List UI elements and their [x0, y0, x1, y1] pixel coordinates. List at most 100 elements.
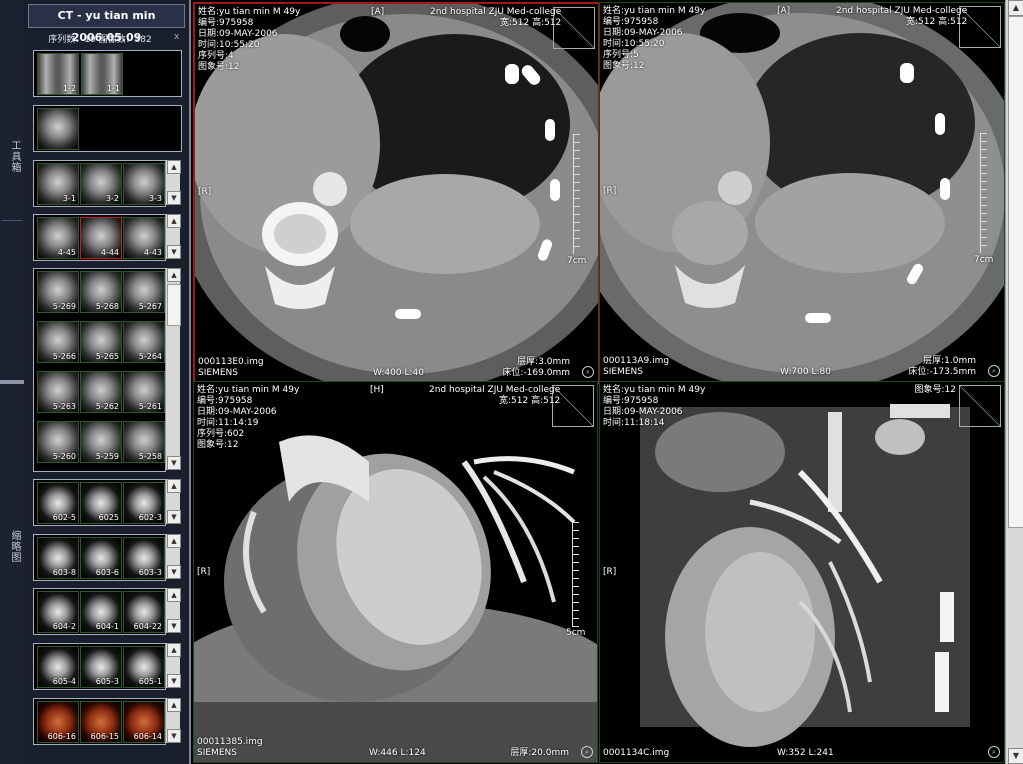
thumbnail-label: 5-266 [52, 352, 76, 361]
series-2[interactable] [33, 105, 182, 152]
thumbnail-label: 605-3 [95, 677, 119, 686]
thumbnail[interactable]: 5-269 [37, 271, 79, 313]
series-4[interactable]: 4-45 4-44 4-43 [33, 214, 166, 261]
series-scrollbar[interactable]: ▲ ▼ [165, 214, 181, 259]
series-1[interactable]: 1-2 1-1 [33, 50, 182, 97]
orientation-left: [R] [197, 567, 211, 577]
scroll-up-icon[interactable]: ▲ [167, 643, 181, 657]
series-9[interactable]: 605-4 605-3 605-1 [33, 643, 166, 690]
scroll-down-icon[interactable]: ▼ [167, 191, 181, 205]
scroll-down-icon[interactable]: ▼ [167, 619, 181, 633]
window-scrollbar[interactable]: ▲ ▼ [1005, 0, 1023, 764]
series-7[interactable]: 603-8 603-6 603-3 [33, 534, 166, 581]
image-number: 图象号:12 [197, 440, 239, 450]
thumbnail[interactable]: 606-14 [123, 701, 165, 743]
institution-overlay: 2nd hospital ZJU Med-college 宽:512 高:512 [430, 7, 561, 29]
scroll-down-icon[interactable]: ▼ [167, 674, 181, 688]
thumbnail-label: 5-269 [52, 302, 76, 311]
thumbnail[interactable]: 5-261 [123, 371, 165, 413]
thumbnail[interactable]: 5-266 [37, 321, 79, 363]
thumbnail[interactable]: 3-3 [123, 163, 165, 205]
thumbnail[interactable]: 5-268 [80, 271, 122, 313]
magnifier-icon[interactable]: ⌕ [988, 365, 1000, 377]
series-3[interactable]: 3-1 3-2 3-3 [33, 160, 166, 207]
series-scrollbar[interactable]: ▲ ▼ [165, 534, 181, 579]
series-scrollbar[interactable]: ▲ ▼ [165, 698, 181, 743]
series-6[interactable]: 602-5 6025 602-3 [33, 479, 166, 526]
image-viewer-4[interactable]: 姓名:yu tian min M 49y 编号:975958 日期:09-MAY… [599, 381, 1005, 763]
scroll-down-icon[interactable]: ▼ [1008, 748, 1023, 764]
thumbnail[interactable]: 5-264 [123, 321, 165, 363]
scroll-up-icon[interactable]: ▲ [167, 588, 181, 602]
image-viewer-2[interactable]: 姓名:yu tian min M 49y 编号:975958 日期:09-MAY… [599, 2, 1005, 382]
thumbnail[interactable]: 605-3 [80, 646, 122, 688]
magnifier-icon[interactable]: ⌕ [582, 366, 594, 378]
patient-id: 编号:975958 [198, 18, 254, 28]
scroll-down-icon[interactable]: ▼ [167, 729, 181, 743]
thumbnail[interactable]: 5-260 [37, 421, 79, 463]
thumbnail[interactable]: 6025 [80, 482, 122, 524]
series-scrollbar[interactable]: ▲ ▼ [165, 160, 181, 205]
study-date: 日期:09-MAY-2006 [603, 28, 683, 38]
tab-thumbnails[interactable]: 缩略图 [2, 530, 22, 620]
scroll-up-icon[interactable]: ▲ [167, 214, 181, 228]
thumbnail[interactable]: 604-2 [37, 591, 79, 633]
thumbnail[interactable]: 606-15 [80, 701, 122, 743]
thumbnail[interactable]: 3-2 [80, 163, 122, 205]
thumbnail[interactable]: 603-6 [80, 537, 122, 579]
thumbnail-label: 5-262 [95, 402, 119, 411]
thumbnail-selected[interactable]: 4-44 [80, 217, 122, 259]
thumbnail[interactable]: 5-265 [80, 321, 122, 363]
thumbnail[interactable]: 4-45 [37, 217, 79, 259]
series-scrollbar[interactable]: ▲ ▼ [165, 643, 181, 688]
thumbnail[interactable]: 5-267 [123, 271, 165, 313]
magnifier-icon[interactable]: ⌕ [581, 746, 593, 758]
scrollbar-thumb[interactable] [167, 284, 181, 326]
scroll-up-icon[interactable]: ▲ [167, 160, 181, 174]
scroll-up-icon[interactable]: ▲ [167, 268, 181, 282]
series-number: 序列号:602 [197, 429, 245, 439]
magnifier-icon[interactable]: ⌕ [988, 746, 1000, 758]
scroll-down-icon[interactable]: ▼ [167, 456, 181, 470]
series-scrollbar[interactable]: ▲ ▼ [165, 268, 181, 470]
thumbnail[interactable]: 603-3 [123, 537, 165, 579]
thumbnail[interactable]: 3-1 [37, 163, 79, 205]
series-10[interactable]: 606-16 606-15 606-14 [33, 698, 166, 745]
scroll-down-icon[interactable]: ▼ [167, 510, 181, 524]
thumbnail[interactable]: 5-262 [80, 371, 122, 413]
thumbnail-label: 602-3 [138, 513, 162, 522]
series-scrollbar[interactable]: ▲ ▼ [165, 479, 181, 524]
scroll-up-icon[interactable]: ▲ [167, 479, 181, 493]
thumbnail[interactable]: 1-2 [37, 53, 79, 95]
thumbnail[interactable]: 5-259 [80, 421, 122, 463]
thumbnail[interactable]: 606-16 [37, 701, 79, 743]
thumbnail[interactable]: 604-22 [123, 591, 165, 633]
scroll-down-icon[interactable]: ▼ [167, 245, 181, 259]
image-viewer-3[interactable]: 姓名:yu tian min M 49y 编号:975958 日期:09-MAY… [193, 381, 598, 763]
thumbnail[interactable]: 602-3 [123, 482, 165, 524]
scrollbar-thumb[interactable] [1008, 16, 1023, 528]
close-icon[interactable]: x [174, 32, 184, 42]
series-scrollbar[interactable]: ▲ ▼ [165, 588, 181, 633]
scroll-down-icon[interactable]: ▼ [167, 565, 181, 579]
image-viewer-1[interactable]: 姓名:yu tian min M 49y 编号:975958 日期:09-MAY… [193, 2, 600, 384]
thumbnail[interactable]: 5-263 [37, 371, 79, 413]
thumbnail[interactable]: 605-1 [123, 646, 165, 688]
thumbnail[interactable]: 605-4 [37, 646, 79, 688]
scroll-up-icon[interactable]: ▲ [167, 534, 181, 548]
thumbnail[interactable]: 4-43 [123, 217, 165, 259]
scroll-up-icon[interactable]: ▲ [1008, 0, 1023, 16]
thumbnail[interactable]: 5-258 [123, 421, 165, 463]
series-5[interactable]: 5-269 5-268 5-267 5-266 5-265 5-264 5-26… [33, 268, 166, 472]
thumbnail-label: 3-1 [62, 194, 76, 203]
thumbnail[interactable]: 603-8 [37, 537, 79, 579]
thumbnail[interactable]: 1-1 [81, 53, 123, 95]
tab-tools[interactable]: 工具箱 [2, 140, 22, 221]
scroll-up-icon[interactable]: ▲ [167, 698, 181, 712]
thumbnail-label: 1-1 [106, 84, 120, 93]
thumbnail[interactable]: 604-1 [80, 591, 122, 633]
thumbnail-label: 603-8 [52, 568, 76, 577]
series-8[interactable]: 604-2 604-1 604-22 [33, 588, 166, 635]
thumbnail[interactable] [37, 108, 79, 150]
thumbnail[interactable]: 602-5 [37, 482, 79, 524]
